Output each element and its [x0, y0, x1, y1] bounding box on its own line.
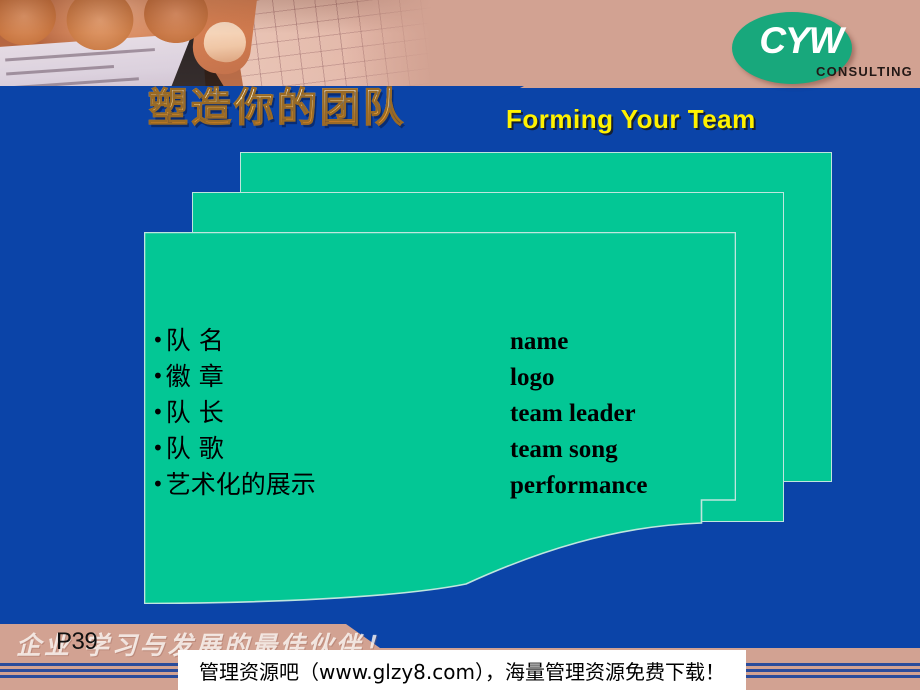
- list-item-label-english: team song: [510, 436, 618, 463]
- page-number: P39: [56, 628, 98, 655]
- list-item-label-chinese: •徽 章: [152, 362, 224, 391]
- list-item-label-chinese: •艺术化的展示: [152, 470, 316, 499]
- footer-blue-block: [380, 624, 920, 648]
- list-item-label-english: performance: [510, 472, 648, 499]
- list-item-label-chinese: •队 歌: [152, 434, 224, 463]
- list-item-label-chinese: •队 名: [152, 326, 224, 355]
- list-item-label-chinese: •队 长: [152, 398, 224, 427]
- title-bar-step-ramp: [492, 86, 524, 102]
- logo-wordmark: CYW: [759, 20, 843, 61]
- download-banner: 管理资源吧（www.glzy8.com），海量管理资源免费下载！: [178, 650, 746, 690]
- list-item: •队 名 name: [152, 328, 752, 364]
- bullet-icon: •: [152, 436, 164, 460]
- logo-subtitle: CONSULTING: [816, 64, 913, 79]
- list-item-label-english: team leader: [510, 400, 636, 427]
- page-title-english: Forming Your Team: [506, 104, 756, 134]
- list-item: •队 歌 team song: [152, 436, 752, 472]
- page-title-chinese: 塑造你的团队: [148, 85, 406, 131]
- bullet-icon: •: [152, 328, 164, 352]
- list-item-label-english: name: [510, 328, 569, 355]
- slide-canvas: 塑造你的团队 Forming Your Team CYW CONSULTING …: [0, 0, 920, 690]
- logo: CYW CONSULTING: [730, 10, 913, 84]
- list-item: •艺术化的展示 performance: [152, 472, 752, 508]
- list-item: •队 长 team leader: [152, 400, 752, 436]
- bullet-icon: •: [152, 472, 164, 496]
- list-item: •徽 章 logo: [152, 364, 752, 400]
- bullet-icon: •: [152, 400, 164, 424]
- download-banner-text: 管理资源吧（www.glzy8.com），海量管理资源免费下载！: [199, 659, 725, 684]
- list-item-label-english: logo: [510, 364, 555, 391]
- content-list: •队 名 name •徽 章 logo •队 长 team leader •队 …: [152, 328, 752, 508]
- bullet-icon: •: [152, 364, 164, 388]
